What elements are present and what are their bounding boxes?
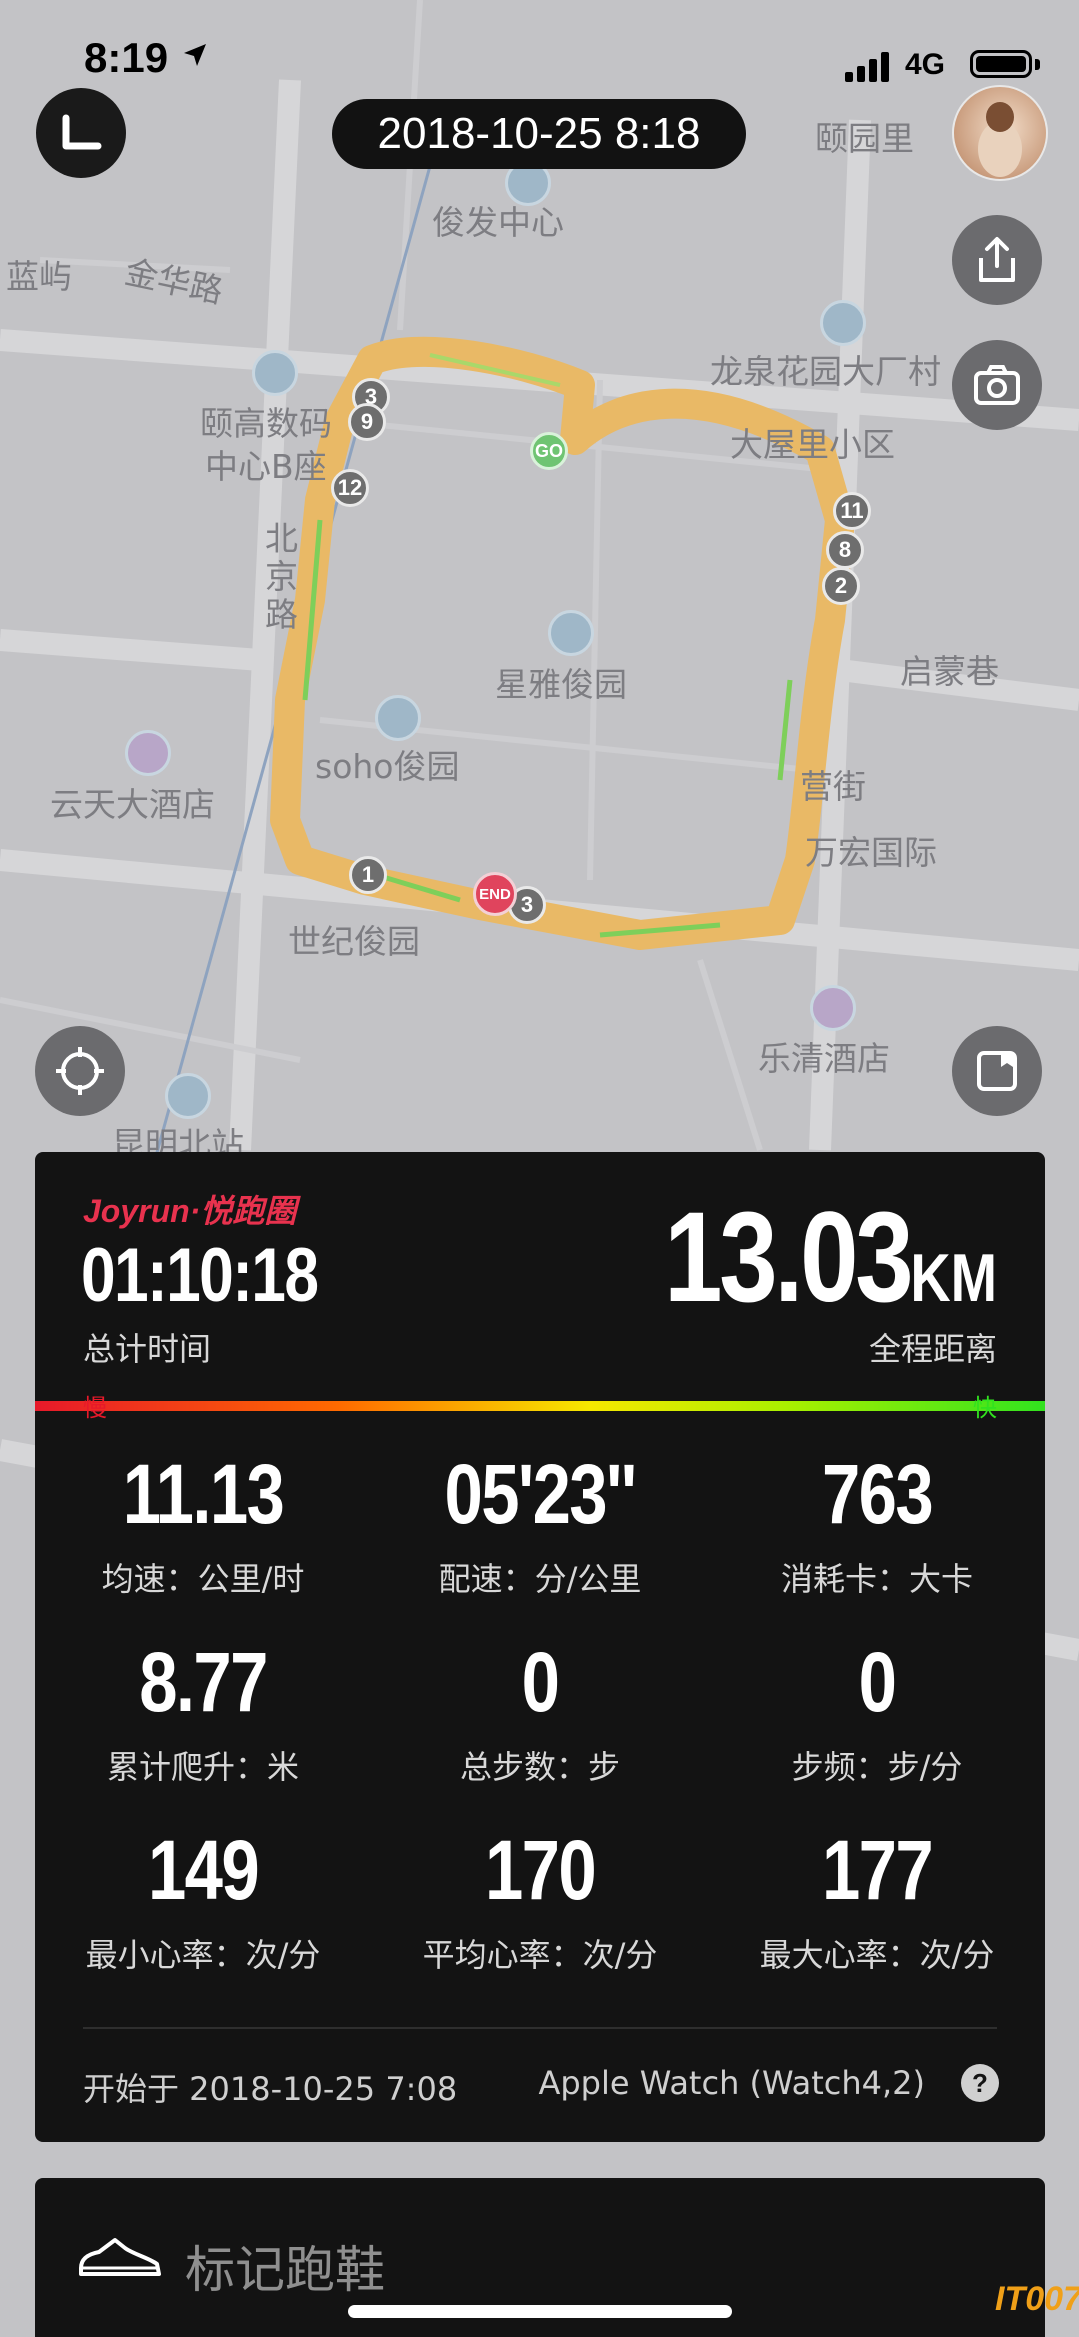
map-label: 营街 bbox=[800, 767, 866, 806]
building-icon bbox=[375, 695, 421, 741]
stat-label: 配速：分/公里 bbox=[438, 1560, 642, 1598]
map-label: 颐园里 bbox=[815, 119, 914, 158]
stat-label: 最大心率：次/分 bbox=[759, 1936, 995, 1974]
stat-value: 763 bbox=[821, 1447, 934, 1541]
stat-value: 149 bbox=[147, 1823, 260, 1917]
map-label: 龙泉花园大厂村 bbox=[710, 352, 941, 391]
hotel-icon bbox=[125, 730, 171, 776]
stat-steps: 0 总步数：步 bbox=[372, 1640, 708, 1788]
network-type: 4G bbox=[905, 48, 946, 81]
slow-label: 慢 bbox=[83, 1394, 107, 1422]
device-name: Apple Watch (Watch4,2) bbox=[538, 2064, 925, 2102]
stat-avg-heart-rate: 170 平均心率：次/分 bbox=[372, 1828, 708, 1976]
avatar-image bbox=[978, 102, 1022, 177]
watermark-logo: IT007 bbox=[995, 2280, 1079, 2318]
shoe-icon bbox=[79, 2238, 161, 2276]
camera-icon bbox=[974, 365, 1020, 405]
map-label: 启蒙巷 bbox=[900, 652, 999, 691]
building-icon bbox=[820, 300, 866, 346]
map-label: 中心B座 bbox=[205, 447, 327, 486]
stat-value: 0 bbox=[521, 1635, 560, 1729]
stat-value: 170 bbox=[484, 1823, 597, 1917]
start-marker: GO bbox=[530, 432, 568, 470]
battery-nub bbox=[1035, 59, 1040, 70]
stat-cadence: 0 步频：步/分 bbox=[709, 1640, 1045, 1788]
stat-elevation: 8.77 累计爬升：米 bbox=[35, 1640, 371, 1788]
stat-value: 05'23'' bbox=[444, 1447, 638, 1541]
run-date-title: 2018-10-25 8:18 bbox=[332, 99, 746, 169]
home-indicator[interactable] bbox=[348, 2305, 732, 2318]
status-time: 8:19 bbox=[84, 34, 169, 81]
location-arrow-icon bbox=[184, 44, 206, 66]
stat-value: 0 bbox=[858, 1635, 897, 1729]
km-marker: 8 bbox=[826, 531, 864, 569]
user-avatar[interactable] bbox=[952, 85, 1048, 181]
map-label: 云天大酒店 bbox=[50, 785, 215, 824]
map-label: 北京路 bbox=[265, 519, 298, 634]
distance-label: 全程距离 bbox=[868, 1330, 997, 1368]
map-label: 乐清酒店 bbox=[758, 1039, 890, 1078]
stat-label: 消耗卡：大卡 bbox=[780, 1560, 973, 1598]
distance-value: 13.03KM bbox=[664, 1194, 997, 1322]
stat-avg-speed: 11.13 均速：公里/时 bbox=[35, 1452, 371, 1600]
stat-label: 均速：公里/时 bbox=[101, 1560, 305, 1598]
battery-icon bbox=[970, 50, 1032, 78]
camera-button[interactable] bbox=[952, 340, 1042, 430]
total-time-label: 总计时间 bbox=[83, 1330, 212, 1368]
stat-pace: 05'23'' 配速：分/公里 bbox=[372, 1452, 708, 1600]
stat-value: 8.77 bbox=[139, 1635, 268, 1729]
stat-label: 总步数：步 bbox=[459, 1748, 620, 1786]
stat-label: 步频：步/分 bbox=[791, 1748, 963, 1786]
km-marker: 11 bbox=[833, 492, 871, 530]
hotel-icon bbox=[810, 985, 856, 1031]
map-style-button[interactable] bbox=[952, 1026, 1042, 1116]
stat-label: 累计爬升：米 bbox=[106, 1748, 299, 1786]
building-icon bbox=[548, 610, 594, 656]
stat-calories: 763 消耗卡：大卡 bbox=[709, 1452, 1045, 1600]
stat-min-heart-rate: 149 最小心率：次/分 bbox=[35, 1828, 371, 1976]
start-time: 开始于 2018-10-25 7:08 bbox=[83, 2070, 458, 2108]
distance-unit: KM bbox=[910, 1240, 997, 1316]
run-summary-card: Joyrun·悦跑圈 01:10:18 总计时间 13.03KM 全程距离 慢 … bbox=[35, 1152, 1045, 2142]
map-label: 星雅俊园 bbox=[495, 665, 627, 704]
building-icon bbox=[252, 350, 298, 396]
brand-logo: Joyrun·悦跑圈 bbox=[83, 1193, 297, 1229]
status-bar: 8:19 4G bbox=[0, 30, 1079, 90]
back-button[interactable] bbox=[36, 88, 126, 178]
map-label: 万宏国际 bbox=[805, 833, 937, 872]
km-marker: 2 bbox=[822, 567, 860, 605]
help-icon[interactable]: ? bbox=[961, 2064, 999, 2102]
map-label: 俊发中心 bbox=[432, 203, 564, 242]
stat-label: 最小心率：次/分 bbox=[85, 1936, 321, 1974]
end-marker: END bbox=[473, 872, 517, 916]
distance-number: 13.03 bbox=[664, 1186, 914, 1329]
cellular-signal-icon bbox=[845, 52, 889, 82]
map-label: 世纪俊园 bbox=[288, 922, 420, 961]
stat-max-heart-rate: 177 最大心率：次/分 bbox=[709, 1828, 1045, 1976]
map-label: 大屋里小区 bbox=[730, 425, 895, 464]
pace-color-scale bbox=[35, 1401, 1045, 1411]
share-button[interactable] bbox=[952, 215, 1042, 305]
back-arrow-icon bbox=[62, 114, 102, 150]
stat-label: 平均心率：次/分 bbox=[422, 1936, 658, 1974]
station-icon bbox=[165, 1073, 211, 1119]
locate-button[interactable] bbox=[35, 1026, 125, 1116]
divider bbox=[83, 2027, 997, 2029]
km-marker: 12 bbox=[331, 469, 369, 507]
crosshair-icon bbox=[56, 1047, 104, 1095]
share-icon bbox=[979, 237, 1015, 282]
mark-shoes-label: 标记跑鞋 bbox=[185, 2241, 385, 2299]
map-label: soho俊园 bbox=[315, 747, 460, 786]
km-marker: 9 bbox=[348, 403, 386, 441]
map-layer-icon bbox=[977, 1051, 1017, 1091]
fast-label: 快 bbox=[973, 1394, 997, 1422]
map-label: 颐高数码 bbox=[200, 404, 332, 443]
stat-value: 177 bbox=[821, 1823, 934, 1917]
km-marker: 1 bbox=[349, 856, 387, 894]
total-time-value: 01:10:18 bbox=[81, 1233, 319, 1318]
map-label: 蓝屿 bbox=[6, 257, 72, 296]
stat-value: 11.13 bbox=[122, 1447, 285, 1541]
